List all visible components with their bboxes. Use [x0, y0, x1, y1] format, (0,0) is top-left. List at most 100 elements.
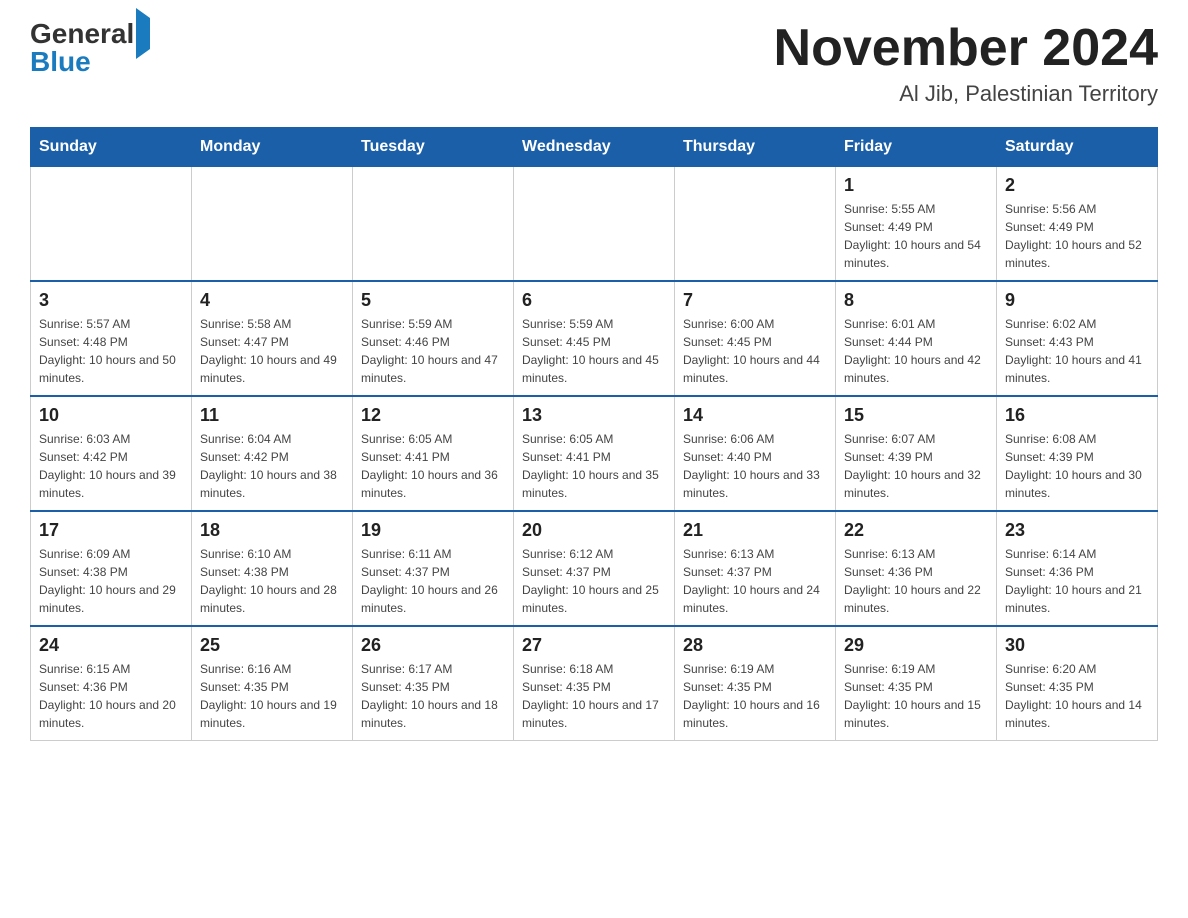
day-info: Sunrise: 6:18 AM Sunset: 4:35 PM Dayligh…: [522, 660, 666, 732]
calendar-cell: 13Sunrise: 6:05 AM Sunset: 4:41 PM Dayli…: [514, 396, 675, 511]
day-number: 21: [683, 520, 827, 541]
day-info: Sunrise: 6:05 AM Sunset: 4:41 PM Dayligh…: [522, 430, 666, 502]
day-number: 26: [361, 635, 505, 656]
calendar-cell: 9 Sunrise: 6:02 AM Sunset: 4:43 PM Daylig…: [997, 281, 1158, 396]
calendar-cell: 26Sunrise: 6:17 AM Sunset: 4:35 PM Dayli…: [353, 626, 514, 741]
weekday-header-tuesday: Tuesday: [353, 128, 514, 167]
day-info: Sunrise: 6:08 AM Sunset: 4:39 PM Dayligh…: [1005, 430, 1149, 502]
day-number: 16: [1005, 405, 1149, 426]
day-number: 17: [39, 520, 183, 541]
week-row-3: 10Sunrise: 6:03 AM Sunset: 4:42 PM Dayli…: [31, 396, 1158, 511]
day-info: Sunrise: 5:57 AM Sunset: 4:48 PM Dayligh…: [39, 315, 183, 387]
week-row-4: 17Sunrise: 6:09 AM Sunset: 4:38 PM Dayli…: [31, 511, 1158, 626]
day-number: 25: [200, 635, 344, 656]
day-number: 8: [844, 290, 988, 311]
day-number: 10: [39, 405, 183, 426]
day-info: Sunrise: 5:59 AM Sunset: 4:45 PM Dayligh…: [522, 315, 666, 387]
month-title: November 2024: [774, 20, 1158, 77]
day-number: 20: [522, 520, 666, 541]
day-number: 14: [683, 405, 827, 426]
calendar-cell: [675, 167, 836, 282]
day-info: Sunrise: 6:13 AM Sunset: 4:37 PM Dayligh…: [683, 545, 827, 617]
day-info: Sunrise: 6:11 AM Sunset: 4:37 PM Dayligh…: [361, 545, 505, 617]
blue-word: Blue: [30, 48, 91, 76]
weekday-header-friday: Friday: [836, 128, 997, 167]
calendar-cell: 21 Sunrise: 6:13 AM Sunset: 4:37 PM Dayli…: [675, 511, 836, 626]
title-block: November 2024 Al Jib, Palestinian Territ…: [774, 20, 1158, 107]
day-number: 27: [522, 635, 666, 656]
day-info: Sunrise: 6:12 AM Sunset: 4:37 PM Dayligh…: [522, 545, 666, 617]
weekday-header-wednesday: Wednesday: [514, 128, 675, 167]
calendar-cell: 18 Sunrise: 6:10 AM Sunset: 4:38 PM Dayli…: [192, 511, 353, 626]
day-info: Sunrise: 5:58 AM Sunset: 4:47 PM Dayligh…: [200, 315, 344, 387]
calendar-cell: 2Sunrise: 5:56 AM Sunset: 4:49 PM Daylig…: [997, 167, 1158, 282]
calendar-cell: [353, 167, 514, 282]
day-info: Sunrise: 6:19 AM Sunset: 4:35 PM Dayligh…: [683, 660, 827, 732]
calendar-cell: 7Sunrise: 6:00 AM Sunset: 4:45 PM Daylig…: [675, 281, 836, 396]
logo: General Blue: [30, 20, 150, 76]
calendar-cell: 14 Sunrise: 6:06 AM Sunset: 4:40 PM Dayli…: [675, 396, 836, 511]
day-number: 4: [200, 290, 344, 311]
calendar-cell: 10Sunrise: 6:03 AM Sunset: 4:42 PM Dayli…: [31, 396, 192, 511]
calendar-cell: [514, 167, 675, 282]
calendar-cell: 12 Sunrise: 6:05 AM Sunset: 4:41 PM Dayli…: [353, 396, 514, 511]
day-info: Sunrise: 5:55 AM Sunset: 4:49 PM Dayligh…: [844, 200, 988, 272]
day-info: Sunrise: 5:59 AM Sunset: 4:46 PM Dayligh…: [361, 315, 505, 387]
calendar-cell: 29 Sunrise: 6:19 AM Sunset: 4:35 PM Dayli…: [836, 626, 997, 741]
logo-triangle-icon: [136, 8, 150, 59]
day-number: 18: [200, 520, 344, 541]
week-row-1: 1 Sunrise: 5:55 AM Sunset: 4:49 PM Daylig…: [31, 167, 1158, 282]
day-info: Sunrise: 6:20 AM Sunset: 4:35 PM Dayligh…: [1005, 660, 1149, 732]
calendar-cell: 19 Sunrise: 6:11 AM Sunset: 4:37 PM Dayli…: [353, 511, 514, 626]
weekday-header-saturday: Saturday: [997, 128, 1158, 167]
calendar-cell: 6 Sunrise: 5:59 AM Sunset: 4:45 PM Daylig…: [514, 281, 675, 396]
calendar-table: SundayMondayTuesdayWednesdayThursdayFrid…: [30, 127, 1158, 741]
calendar-cell: 20 Sunrise: 6:12 AM Sunset: 4:37 PM Dayli…: [514, 511, 675, 626]
calendar-cell: 27 Sunrise: 6:18 AM Sunset: 4:35 PM Dayli…: [514, 626, 675, 741]
calendar-cell: 15Sunrise: 6:07 AM Sunset: 4:39 PM Dayli…: [836, 396, 997, 511]
day-number: 1: [844, 175, 988, 196]
day-info: Sunrise: 6:01 AM Sunset: 4:44 PM Dayligh…: [844, 315, 988, 387]
location-title: Al Jib, Palestinian Territory: [774, 81, 1158, 107]
day-info: Sunrise: 6:10 AM Sunset: 4:38 PM Dayligh…: [200, 545, 344, 617]
page-header: General Blue November 2024 Al Jib, Pales…: [30, 20, 1158, 107]
calendar-cell: 16 Sunrise: 6:08 AM Sunset: 4:39 PM Dayli…: [997, 396, 1158, 511]
day-info: Sunrise: 6:05 AM Sunset: 4:41 PM Dayligh…: [361, 430, 505, 502]
calendar-cell: 28 Sunrise: 6:19 AM Sunset: 4:35 PM Dayli…: [675, 626, 836, 741]
day-number: 5: [361, 290, 505, 311]
day-number: 12: [361, 405, 505, 426]
day-number: 6: [522, 290, 666, 311]
day-number: 3: [39, 290, 183, 311]
day-info: Sunrise: 6:15 AM Sunset: 4:36 PM Dayligh…: [39, 660, 183, 732]
day-number: 15: [844, 405, 988, 426]
calendar-cell: 5 Sunrise: 5:59 AM Sunset: 4:46 PM Daylig…: [353, 281, 514, 396]
logo-blue-text: Blue: [30, 48, 91, 76]
calendar-cell: 22Sunrise: 6:13 AM Sunset: 4:36 PM Dayli…: [836, 511, 997, 626]
day-number: 9: [1005, 290, 1149, 311]
day-info: Sunrise: 6:02 AM Sunset: 4:43 PM Dayligh…: [1005, 315, 1149, 387]
day-info: Sunrise: 6:19 AM Sunset: 4:35 PM Dayligh…: [844, 660, 988, 732]
day-number: 19: [361, 520, 505, 541]
day-info: Sunrise: 6:06 AM Sunset: 4:40 PM Dayligh…: [683, 430, 827, 502]
day-info: Sunrise: 6:13 AM Sunset: 4:36 PM Dayligh…: [844, 545, 988, 617]
weekday-header-thursday: Thursday: [675, 128, 836, 167]
day-number: 7: [683, 290, 827, 311]
day-number: 29: [844, 635, 988, 656]
calendar-cell: 8 Sunrise: 6:01 AM Sunset: 4:44 PM Daylig…: [836, 281, 997, 396]
week-row-5: 24 Sunrise: 6:15 AM Sunset: 4:36 PM Dayli…: [31, 626, 1158, 741]
day-number: 11: [200, 405, 344, 426]
day-number: 24: [39, 635, 183, 656]
logo-general-text: General: [30, 20, 150, 48]
day-info: Sunrise: 6:14 AM Sunset: 4:36 PM Dayligh…: [1005, 545, 1149, 617]
day-info: Sunrise: 5:56 AM Sunset: 4:49 PM Dayligh…: [1005, 200, 1149, 272]
calendar-cell: 30Sunrise: 6:20 AM Sunset: 4:35 PM Dayli…: [997, 626, 1158, 741]
calendar-cell: 17Sunrise: 6:09 AM Sunset: 4:38 PM Dayli…: [31, 511, 192, 626]
calendar-cell: [192, 167, 353, 282]
day-info: Sunrise: 6:04 AM Sunset: 4:42 PM Dayligh…: [200, 430, 344, 502]
week-row-2: 3 Sunrise: 5:57 AM Sunset: 4:48 PM Daylig…: [31, 281, 1158, 396]
calendar-cell: [31, 167, 192, 282]
weekday-header-monday: Monday: [192, 128, 353, 167]
calendar-cell: 1 Sunrise: 5:55 AM Sunset: 4:49 PM Daylig…: [836, 167, 997, 282]
day-number: 28: [683, 635, 827, 656]
calendar-cell: 3 Sunrise: 5:57 AM Sunset: 4:48 PM Daylig…: [31, 281, 192, 396]
